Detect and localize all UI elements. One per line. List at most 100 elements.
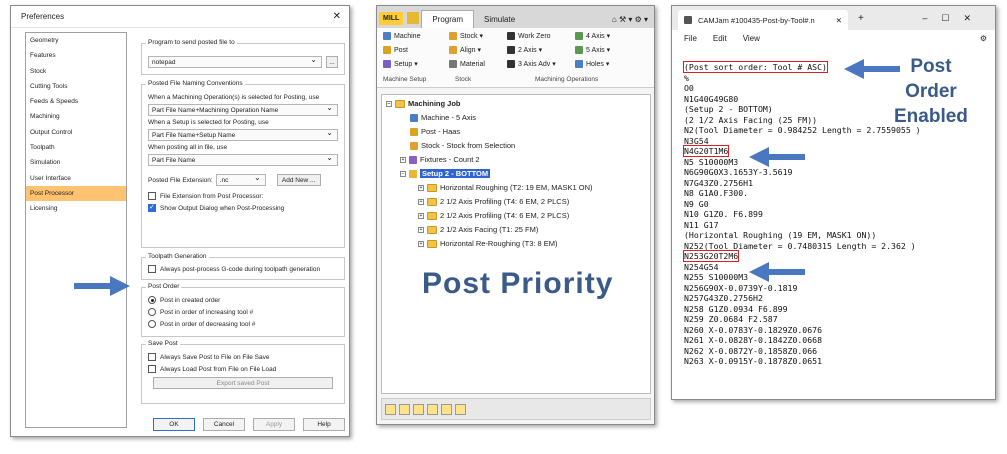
tree-node-op[interactable]: + Horizontal Re-Roughing (T3: 8 EM)	[418, 239, 558, 248]
naming-select[interactable]: Part File Name+Setup Name	[148, 127, 338, 141]
5axis-button[interactable]: 5 Axis ▾	[575, 46, 610, 54]
code-line: N262 X-0.0872Y-0.1858Z0.066	[684, 345, 818, 356]
menu-view[interactable]: View	[743, 34, 760, 43]
ext-from-post-checkbox[interactable]: File Extension from Post Processor:	[148, 192, 338, 200]
code-line: N7G43Z0.2756H1	[684, 177, 754, 188]
export-saved-post-button[interactable]: Export saved Post	[153, 377, 333, 389]
tree-node-op[interactable]: +2 1/2 Axis Profiling (T4: 6 EM, 2 PLCS)	[418, 211, 569, 220]
toolbar-icons[interactable]: ⌂ ⚒ ▾ ⚙ ▾	[612, 15, 648, 24]
code-line: N8 G1A0.F300.	[684, 188, 749, 198]
work-zero-button[interactable]: Work Zero	[507, 32, 551, 40]
4axis-button[interactable]: 4 Axis ▾	[575, 32, 610, 40]
holes-button[interactable]: Holes ▾	[575, 60, 609, 68]
align-button[interactable]: Align ▾	[449, 46, 481, 54]
program-group: Program to send posted file to notepad .…	[141, 39, 345, 75]
tree-node-op[interactable]: +2 1/2 Axis Facing (T1: 25 FM)	[418, 225, 538, 234]
ribbon-label: 4 Axis ▾	[586, 33, 611, 40]
expand-icon[interactable]: +	[418, 212, 424, 219]
sidebar-item[interactable]: Cutting Tools	[26, 79, 126, 94]
sidebar-item[interactable]: Machining	[26, 109, 126, 124]
menu-edit[interactable]: Edit	[713, 34, 727, 43]
checkbox[interactable]	[148, 353, 156, 361]
notepad-window: CAMJam #100435-Post-by-Tool#.n ✕ + –☐✕ Fi…	[671, 5, 996, 400]
tree-node-job[interactable]: − Machining Job	[386, 99, 461, 108]
toolbar-icon[interactable]	[399, 403, 410, 415]
show-output-checkbox[interactable]: Show Output Dialog when Post-Processing	[148, 203, 338, 212]
toolbar-icon[interactable]	[455, 403, 466, 415]
ribbon: Machine Post Setup ▾ Stock ▾ Align ▾ Mat…	[377, 28, 654, 88]
3axis-button[interactable]: 3 Axis Adv ▾	[507, 60, 556, 68]
new-tab-icon[interactable]: +	[858, 13, 864, 24]
sidebar-item[interactable]: Toolpath	[26, 140, 126, 155]
tab-program[interactable]: Program	[421, 10, 475, 28]
sidebar-item[interactable]: Features	[26, 48, 126, 63]
sidebar-item[interactable]: Stock	[26, 64, 126, 79]
close-icon[interactable]: ✕	[333, 11, 341, 22]
tree-node-machine[interactable]: Machine - 5 Axis	[410, 113, 476, 122]
naming-select[interactable]: Part File Name	[148, 152, 338, 166]
expand-icon[interactable]: +	[418, 198, 424, 205]
sidebar-item[interactable]: User Interface	[26, 171, 126, 186]
order-radio-decreasing[interactable]: Post in order of decreasing tool #	[148, 320, 338, 328]
mill-tab[interactable]: MILL	[379, 12, 404, 25]
menu-file[interactable]: File	[684, 34, 697, 43]
toolbar-icon[interactable]	[413, 403, 424, 415]
post-button[interactable]: Post	[383, 46, 408, 54]
collapse-icon[interactable]: −	[386, 100, 392, 107]
always-post-checkbox[interactable]: Always post-process G-code during toolpa…	[148, 265, 338, 273]
add-new-button[interactable]: Add New ...	[276, 174, 321, 186]
expand-icon[interactable]: +	[418, 184, 424, 191]
material-icon	[449, 60, 457, 68]
save-post-checkbox[interactable]: Always Save Post to File on File Save	[148, 353, 338, 361]
2axis-button[interactable]: 2 Axis ▾	[507, 46, 542, 54]
stock-button[interactable]: Stock ▾	[449, 32, 483, 40]
ext-select[interactable]: .nc	[215, 172, 266, 186]
radio[interactable]	[148, 320, 156, 328]
tree-node-fixtures[interactable]: + Fixtures - Count 2	[400, 155, 480, 164]
gear-icon[interactable]: ⚙	[980, 34, 987, 43]
order-radio-increasing[interactable]: Post in order of increasing tool #	[148, 308, 338, 316]
tree-node-op[interactable]: +2 1/2 Axis Profiling (T4: 6 EM, 2 PLCS)	[418, 197, 569, 206]
tree-node-post[interactable]: Post - Haas	[410, 127, 460, 136]
material-button[interactable]: Material	[449, 60, 485, 68]
tree-node-op[interactable]: + Horizontal Roughing (T2: 19 EM, MASK1 O…	[418, 183, 593, 192]
program-input[interactable]: notepad	[148, 54, 322, 68]
expand-icon[interactable]: +	[418, 226, 424, 233]
checkbox[interactable]	[148, 365, 156, 373]
tree-node-setup[interactable]: − Setup 2 - BOTTOM	[400, 169, 491, 178]
checkbox-checked[interactable]	[148, 203, 156, 212]
sidebar-item[interactable]: Geometry	[26, 33, 126, 48]
sidebar-item[interactable]: Feeds & Speeds	[26, 94, 126, 109]
help-button[interactable]: Help	[303, 418, 345, 431]
toolbar-icon[interactable]	[385, 403, 396, 415]
expand-icon[interactable]: +	[418, 240, 424, 247]
collapse-icon[interactable]: −	[400, 170, 406, 177]
checkbox[interactable]	[148, 265, 156, 273]
radio[interactable]	[148, 308, 156, 316]
2axis-icon	[507, 46, 515, 54]
tree-node-stock[interactable]: Stock - Stock from Selection	[410, 141, 515, 150]
order-radio-created[interactable]: Post in created order	[148, 296, 338, 304]
setup-button[interactable]: Setup ▾	[383, 60, 418, 68]
close-tab-icon[interactable]: ✕	[836, 16, 842, 25]
radio-selected[interactable]	[148, 296, 156, 304]
load-post-checkbox[interactable]: Always Load Post from File on File Load	[148, 365, 338, 373]
file-tab[interactable]: CAMJam #100435-Post-by-Tool#.n ✕	[678, 10, 848, 30]
expand-icon[interactable]: +	[400, 156, 406, 163]
sidebar-item[interactable]: Output Control	[26, 125, 126, 140]
apply-button[interactable]: Apply	[253, 418, 295, 431]
tree-label: Horizontal Re-Roughing (T3: 8 EM)	[440, 239, 558, 248]
naming-select[interactable]: Part File Name+Machining Operation Name	[148, 102, 338, 116]
toolbar-icon[interactable]	[427, 403, 438, 415]
tab-simulate[interactable]: Simulate	[474, 11, 525, 28]
checkbox[interactable]	[148, 192, 156, 200]
toolbar-icon[interactable]	[441, 403, 452, 415]
sidebar-item[interactable]: Simulation	[26, 155, 126, 170]
machine-button[interactable]: Machine	[383, 32, 420, 40]
ok-button[interactable]: OK	[153, 418, 195, 431]
cancel-button[interactable]: Cancel	[203, 418, 245, 431]
sidebar-item[interactable]: Licensing	[26, 201, 126, 216]
browse-button[interactable]: ...	[326, 56, 338, 68]
sidebar-item-post-processor[interactable]: Post Processor	[26, 185, 126, 202]
window-controls[interactable]: –☐✕	[922, 13, 985, 24]
